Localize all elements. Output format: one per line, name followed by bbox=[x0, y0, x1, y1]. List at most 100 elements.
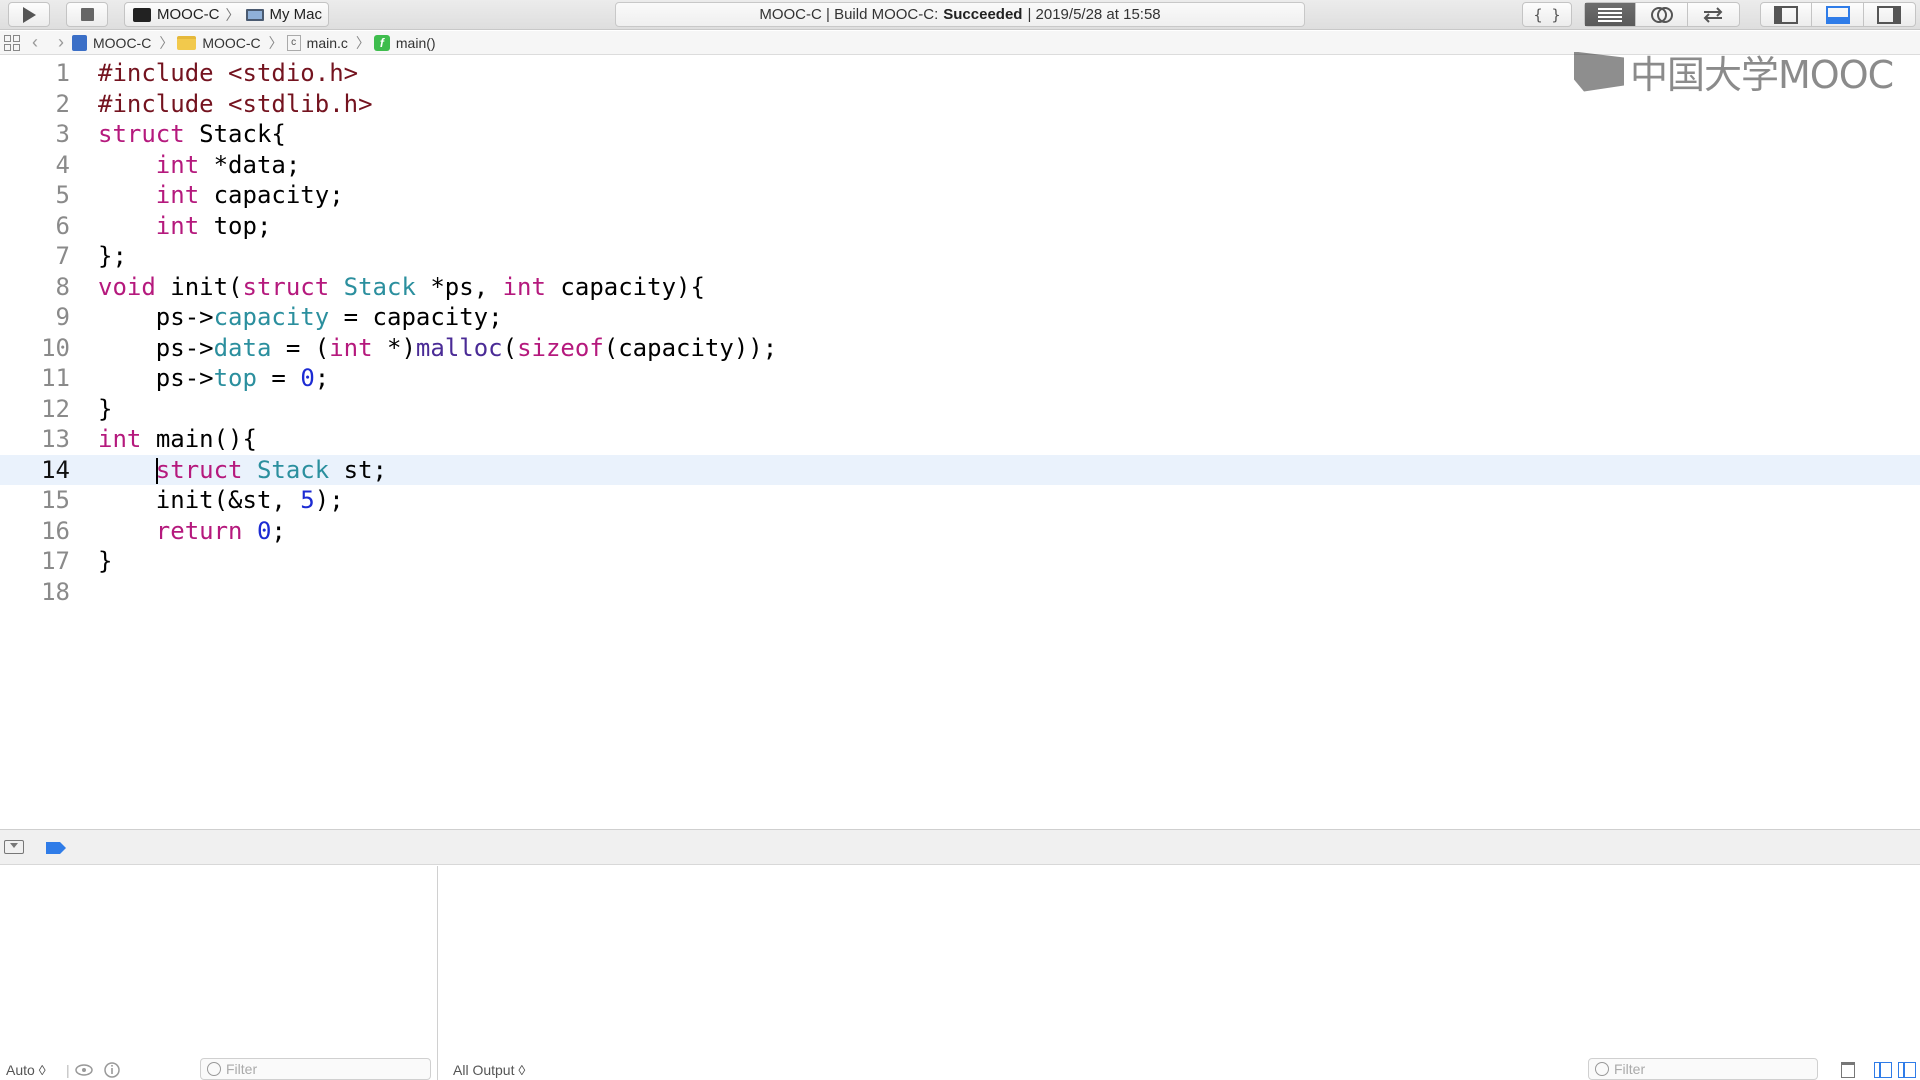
crumb-group[interactable]: MOOC-C bbox=[177, 34, 261, 51]
crumb-label: MOOC-C bbox=[93, 34, 152, 51]
scheme-selector[interactable]: MOOC-C 〉 My Mac bbox=[124, 2, 329, 27]
code-text: } bbox=[98, 394, 113, 423]
code-line[interactable]: 9 ps->capacity = capacity; bbox=[0, 302, 1920, 333]
chevron-right-icon: 〉 bbox=[268, 34, 283, 51]
panel-toggle-group bbox=[1760, 2, 1916, 27]
code-text: ps->capacity = capacity; bbox=[155, 303, 503, 332]
separator: | bbox=[66, 1062, 70, 1078]
code-text: init(&st, 5); bbox=[155, 486, 344, 515]
code-snippet-icon: { } bbox=[1533, 5, 1561, 24]
related-items-icon[interactable] bbox=[4, 34, 20, 51]
version-editor-button[interactable] bbox=[1688, 3, 1739, 26]
output-selector[interactable]: All Output ◊ bbox=[453, 1060, 525, 1080]
line-number: 8 bbox=[55, 272, 70, 301]
code-line[interactable]: 10 ps->data = (int *)malloc(sizeof(capac… bbox=[0, 333, 1920, 364]
line-number: 10 bbox=[41, 333, 70, 362]
line-number: 14 bbox=[41, 455, 70, 484]
line-number: 12 bbox=[41, 394, 70, 423]
run-icon bbox=[22, 6, 36, 23]
crumb-label: MOOC-C bbox=[202, 34, 261, 51]
filter-icon bbox=[1595, 1062, 1609, 1076]
code-line[interactable]: 16 return 0; bbox=[0, 516, 1920, 547]
console-view[interactable] bbox=[439, 866, 1920, 1080]
code-line[interactable]: 12 } bbox=[0, 394, 1920, 425]
code-line[interactable]: 3 struct Stack{ bbox=[0, 119, 1920, 150]
hide-debug-area-icon[interactable] bbox=[4, 840, 24, 854]
code-text: int main(){ bbox=[98, 425, 257, 454]
chevron-right-icon: 〉 bbox=[355, 34, 370, 51]
filter-placeholder: Filter bbox=[226, 1061, 258, 1077]
app-target-icon bbox=[133, 7, 151, 22]
code-text: #include <stdio.h> bbox=[98, 59, 359, 88]
code-line[interactable]: 4 int *data; bbox=[0, 150, 1920, 181]
crumb-label: main() bbox=[395, 34, 436, 51]
trash-icon[interactable] bbox=[1841, 1062, 1855, 1078]
line-number: 18 bbox=[41, 577, 70, 606]
variables-pane-toggle-icon[interactable] bbox=[1874, 1062, 1892, 1078]
crumb-file[interactable]: c main.c bbox=[286, 34, 348, 51]
editor-mode-group bbox=[1584, 2, 1740, 27]
code-line[interactable]: 18 bbox=[0, 577, 1920, 608]
code-line[interactable]: 13 int main(){ bbox=[0, 424, 1920, 455]
activity-prefix: MOOC-C | Build MOOC-C: bbox=[759, 6, 939, 23]
console-filter-field[interactable]: Filter bbox=[1588, 1058, 1818, 1080]
line-number: 7 bbox=[55, 242, 70, 271]
debug-area-toggle-button[interactable] bbox=[1812, 3, 1864, 26]
watermark-text: 中国大学MOOC bbox=[1630, 53, 1894, 97]
variables-filter-field[interactable]: Filter bbox=[200, 1058, 431, 1080]
standard-editor-button[interactable] bbox=[1585, 3, 1637, 26]
navigator-toggle-button[interactable] bbox=[1761, 3, 1813, 26]
scheme-target: MOOC-C bbox=[157, 6, 220, 23]
chevron-right-icon: 〉 bbox=[159, 34, 174, 51]
back-chevron-icon[interactable]: ‹ bbox=[20, 32, 50, 53]
crumb-label: main.c bbox=[306, 34, 348, 51]
debug-toggle-icon bbox=[1825, 5, 1850, 24]
line-number: 11 bbox=[41, 364, 70, 393]
code-line[interactable]: 6 int top; bbox=[0, 211, 1920, 242]
watermark: 中国大学MOOC bbox=[1574, 44, 1894, 99]
code-snippet-button[interactable]: { } bbox=[1522, 2, 1572, 27]
crumb-project[interactable]: MOOC-C bbox=[72, 34, 152, 51]
filter-placeholder: Filter bbox=[1614, 1061, 1646, 1077]
code-line[interactable]: 17 } bbox=[0, 546, 1920, 577]
breakpoints-icon[interactable] bbox=[46, 842, 66, 854]
line-number: 13 bbox=[41, 425, 70, 454]
stop-button[interactable] bbox=[66, 2, 108, 27]
utilities-toggle-icon bbox=[1877, 5, 1902, 24]
run-button[interactable] bbox=[8, 2, 50, 27]
variables-view[interactable] bbox=[0, 866, 438, 1080]
scope-selector[interactable]: Auto ◊ bbox=[6, 1060, 46, 1080]
crumb-function[interactable]: f main() bbox=[373, 34, 436, 51]
utilities-toggle-button[interactable] bbox=[1864, 3, 1915, 26]
code-line[interactable]: 5 int capacity; bbox=[0, 180, 1920, 211]
toolbar: MOOC-C 〉 My Mac MOOC-C | Build MOOC-C: S… bbox=[0, 0, 1920, 30]
code-line[interactable]: 8 void init(struct Stack *ps, int capaci… bbox=[0, 272, 1920, 303]
line-number: 1 bbox=[55, 59, 70, 88]
eye-icon[interactable] bbox=[74, 1060, 94, 1080]
code-text: return 0; bbox=[155, 516, 286, 545]
activity-suffix: | 2019/5/28 at 15:58 bbox=[1027, 6, 1161, 23]
info-icon[interactable] bbox=[102, 1060, 122, 1080]
current-code-line[interactable]: 14 struct Stack st; bbox=[0, 454, 1920, 485]
code-text: int *data; bbox=[155, 150, 301, 179]
line-number: 4 bbox=[55, 150, 70, 179]
console-pane-toggle-icon[interactable] bbox=[1898, 1062, 1916, 1078]
code-text: void init(struct Stack *ps, int capacity… bbox=[98, 272, 705, 301]
code-text: #include <stdlib.h> bbox=[98, 89, 373, 118]
line-number: 5 bbox=[55, 181, 70, 210]
code-text: }; bbox=[98, 242, 127, 271]
source-editor[interactable]: 1 #include <stdio.h> 2 #include <stdlib.… bbox=[0, 51, 1920, 828]
code-line[interactable]: 15 init(&st, 5); bbox=[0, 485, 1920, 516]
line-number: 9 bbox=[55, 303, 70, 332]
assistant-editor-button[interactable] bbox=[1636, 3, 1688, 26]
code-text: ps->data = (int *)malloc(sizeof(capacity… bbox=[155, 333, 778, 362]
version-editor-icon bbox=[1703, 6, 1723, 23]
code-line[interactable]: 7 }; bbox=[0, 241, 1920, 272]
code-line[interactable]: 11 ps->top = 0; bbox=[0, 363, 1920, 394]
code-text: int top; bbox=[155, 211, 272, 240]
forward-chevron-icon[interactable]: › bbox=[50, 32, 72, 53]
standard-editor-icon bbox=[1598, 7, 1623, 22]
line-number: 2 bbox=[55, 89, 70, 118]
filter-icon bbox=[207, 1062, 221, 1076]
project-icon bbox=[72, 34, 87, 51]
